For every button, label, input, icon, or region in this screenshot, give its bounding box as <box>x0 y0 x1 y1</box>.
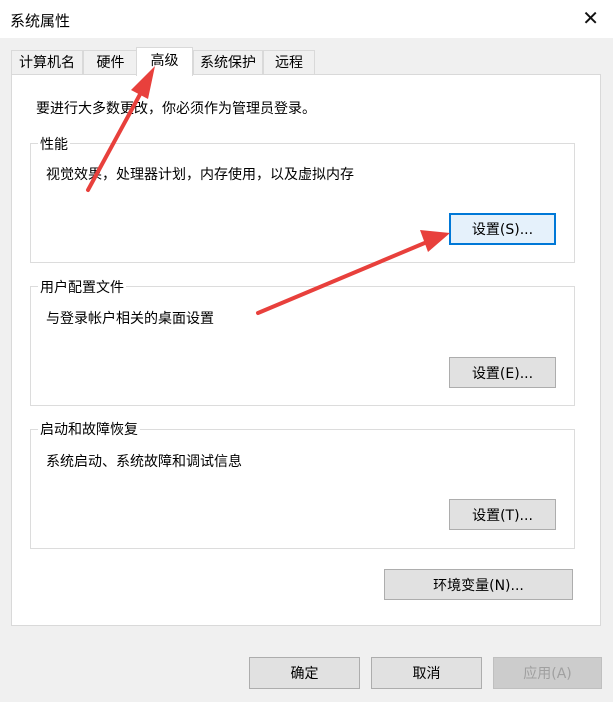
user-profiles-group <box>30 286 575 406</box>
title-bar: 系统属性 ✕ <box>0 0 613 38</box>
tab-remote[interactable]: 远程 <box>263 50 315 74</box>
admin-notice: 要进行大多数更改，你必须作为管理员登录。 <box>36 101 316 117</box>
window-title: 系统属性 <box>10 12 71 30</box>
tab-advanced[interactable]: 高级 <box>136 47 193 76</box>
user-profiles-title: 用户配置文件 <box>38 277 126 297</box>
startup-recovery-title: 启动和故障恢复 <box>38 419 140 439</box>
close-icon[interactable]: ✕ <box>582 6 599 30</box>
startup-recovery-group <box>30 429 575 549</box>
startup-recovery-settings-button[interactable]: 设置(T)... <box>449 499 556 530</box>
ok-button[interactable]: 确定 <box>249 657 360 689</box>
user-profiles-description: 与登录帐户相关的桌面设置 <box>46 311 214 327</box>
cancel-button[interactable]: 取消 <box>371 657 482 689</box>
tab-system-protection[interactable]: 系统保护 <box>193 50 263 74</box>
performance-description: 视觉效果，处理器计划，内存使用，以及虚拟内存 <box>46 167 354 183</box>
startup-recovery-description: 系统启动、系统故障和调试信息 <box>46 454 242 470</box>
tab-computer-name[interactable]: 计算机名 <box>11 50 83 74</box>
performance-group <box>30 143 575 263</box>
tab-hardware[interactable]: 硬件 <box>83 50 138 74</box>
environment-variables-button[interactable]: 环境变量(N)... <box>384 569 573 600</box>
performance-title: 性能 <box>38 134 70 154</box>
apply-button[interactable]: 应用(A) <box>493 657 602 689</box>
user-profiles-settings-button[interactable]: 设置(E)... <box>449 357 556 388</box>
performance-settings-button[interactable]: 设置(S)... <box>449 213 556 245</box>
